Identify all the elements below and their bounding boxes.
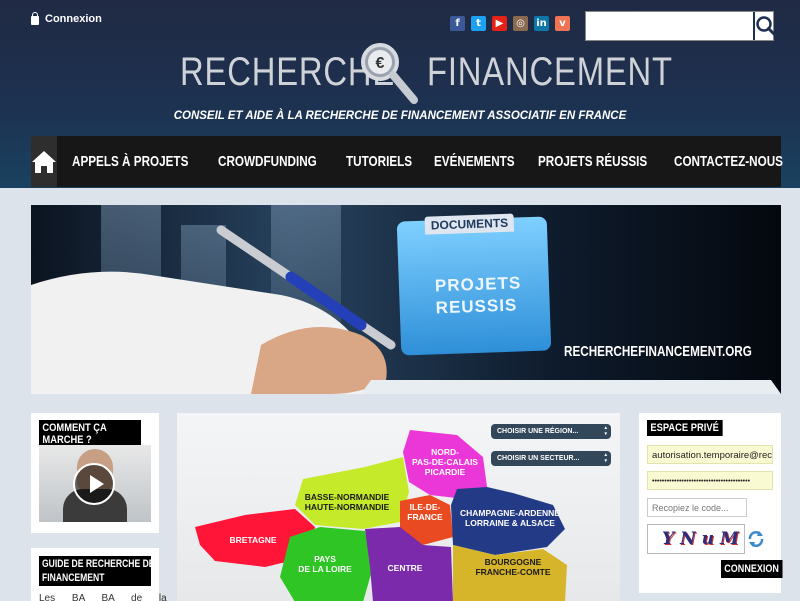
search-box bbox=[585, 11, 777, 41]
guide-title-line-2: FINANCEMENT bbox=[42, 572, 105, 584]
login-label: Connexion bbox=[45, 13, 102, 25]
social-links: f t ▶ ◎ in v bbox=[450, 16, 570, 31]
logo-euro: € bbox=[376, 55, 385, 72]
guide-panel: GUIDE DE RECHERCHE DE FINANCEMENT Les BA… bbox=[31, 548, 167, 601]
login-button[interactable]: CONNEXION bbox=[721, 560, 783, 578]
site-header: Connexion f t ▶ ◎ in v RECHERCHE € FINANCEMEN… bbox=[0, 0, 800, 188]
home-button[interactable] bbox=[31, 136, 57, 187]
search-icon bbox=[756, 16, 777, 37]
nav-item-evenements[interactable]: EVÉNEMENTS bbox=[434, 153, 515, 170]
login-link[interactable]: Connexion bbox=[31, 11, 102, 25]
map-label-centre: CENTRE bbox=[388, 563, 423, 573]
refresh-captcha-icon[interactable] bbox=[747, 529, 765, 549]
map-label-bourgogne: BOURGOGNE FRANCHE-COMTE bbox=[475, 557, 550, 577]
nav-item-tutoriels[interactable]: TUTORIELS bbox=[346, 153, 412, 170]
captcha-input[interactable]: Recopiez le code... bbox=[647, 498, 747, 517]
magnifier-euro-icon: € bbox=[361, 43, 418, 104]
search-input[interactable] bbox=[586, 12, 753, 40]
search-button[interactable] bbox=[753, 12, 777, 40]
site-logo[interactable]: RECHERCHE € FINANCEMENT bbox=[180, 40, 672, 110]
map-label-normandie: BASSE-NORMANDIE HAUTE-NORMANDIE bbox=[305, 492, 390, 512]
guide-title-line-1: GUIDE DE RECHERCHE DE bbox=[42, 558, 155, 570]
map-label-bretagne: BRETAGNE bbox=[229, 535, 276, 545]
private-space-panel: ESPACE PRIVÉ autorisation.temporaire@rec… bbox=[639, 413, 783, 593]
youtube-icon[interactable]: ▶ bbox=[492, 16, 507, 31]
folder-tab-label: DOCUMENTS bbox=[424, 213, 515, 235]
guide-title-box: GUIDE DE RECHERCHE DE FINANCEMENT bbox=[39, 556, 155, 586]
main-nav: APPELS À PROJETS CROWDFUNDING TUTORIELS … bbox=[31, 136, 783, 187]
captcha-image: YNuM bbox=[647, 524, 745, 554]
how-it-works-title: COMMENT ÇA MARCHE ? bbox=[39, 420, 141, 448]
logo-word-right: FINANCEMENT bbox=[427, 50, 673, 94]
linkedin-icon[interactable]: in bbox=[534, 16, 549, 31]
twitter-icon[interactable]: t bbox=[471, 16, 486, 31]
home-icon bbox=[32, 150, 56, 173]
private-space-title: ESPACE PRIVÉ bbox=[647, 420, 723, 436]
nav-item-projets-reussis[interactable]: PROJETS RÉUSSIS bbox=[538, 153, 647, 170]
facebook-icon[interactable]: f bbox=[450, 16, 465, 31]
play-icon[interactable] bbox=[73, 463, 115, 505]
nav-item-appels[interactable]: APPELS À PROJETS bbox=[72, 153, 188, 170]
site-tagline: CONSEIL ET AIDE À LA RECHERCHE DE FINANC… bbox=[173, 110, 627, 122]
lock-icon bbox=[31, 11, 39, 25]
video-thumbnail[interactable] bbox=[39, 445, 151, 522]
folder-text-1: PROJETS bbox=[434, 273, 522, 296]
map-label-champagne: CHAMPAGNE-ARDENNE LORRAINE & ALSACE bbox=[460, 508, 560, 528]
password-field[interactable]: •••••••••••••••••••••••••••••••••••••••• bbox=[647, 471, 773, 490]
captcha-text: YNuM bbox=[662, 529, 745, 549]
folder-text-2: REUSSIS bbox=[435, 295, 518, 318]
nav-item-contact[interactable]: CONTACTEZ-NOUS bbox=[674, 153, 783, 170]
france-map: NORD-PAS-DE-CALAIS PICARDIEBASSE-NORMANDI… bbox=[195, 430, 567, 601]
banner-url: RECHERCHEFINANCEMENT.ORG bbox=[564, 343, 752, 360]
username-field[interactable]: autorisation.temporaire@recherchefinance… bbox=[647, 445, 773, 464]
region-map-panel: CHOISIR UNE RÉGION... CHOISIR UN SECTEUR… bbox=[177, 413, 620, 601]
how-it-works-panel: COMMENT ÇA MARCHE ? bbox=[31, 413, 159, 533]
map-label-idf: ILE-DE-FRANCE bbox=[407, 502, 443, 522]
instagram-icon[interactable]: ◎ bbox=[513, 16, 528, 31]
nav-item-crowdfunding[interactable]: CROWDFUNDING bbox=[218, 153, 317, 170]
hero-banner[interactable]: DOCUMENTS PROJETS REUSSIS RECHERCHEFINAN… bbox=[31, 205, 781, 394]
viadeo-icon[interactable]: v bbox=[555, 16, 570, 31]
documents-folder: DOCUMENTS PROJETS REUSSIS bbox=[396, 213, 552, 356]
guide-text: Les BA BA de la bbox=[39, 593, 167, 601]
